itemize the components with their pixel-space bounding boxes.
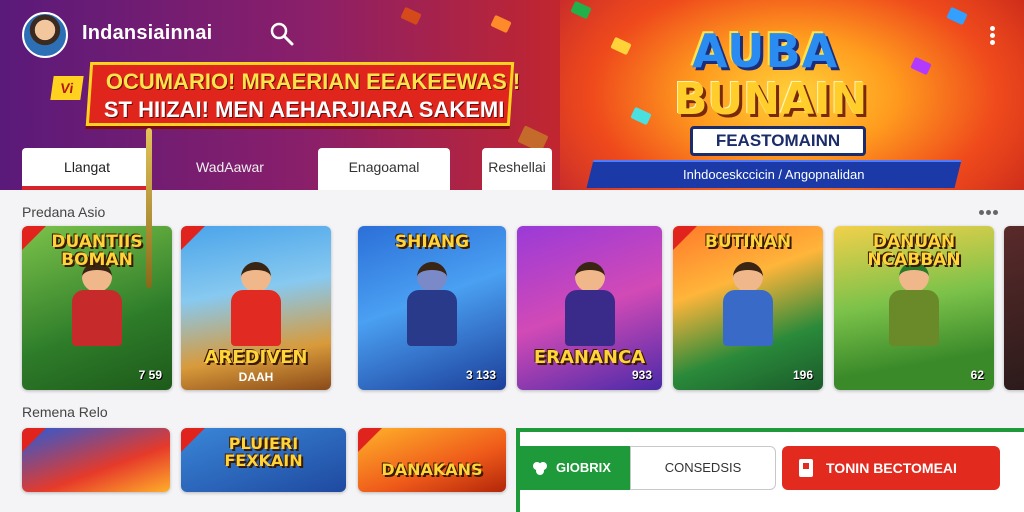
search-icon[interactable] [268, 20, 296, 48]
game-card[interactable]: ERANANCA 933 [517, 226, 662, 390]
section-title: Predana Asio [22, 204, 106, 220]
tab-1[interactable]: Llangat [22, 148, 152, 190]
logo-top-text: AUBA [692, 24, 839, 78]
green-action-button[interactable]: GIOBRIX [520, 446, 630, 490]
clover-icon [533, 462, 547, 475]
more-options-icon[interactable] [982, 24, 1002, 52]
promo-line-2: ST HIIZAI! MEN AEHARJIARA SAKEMI [103, 97, 505, 122]
card-title: DANAKANS [381, 460, 483, 479]
more-icon[interactable] [978, 202, 1006, 218]
red-action-label: TONIN BECTOMEAI [826, 460, 957, 476]
section-title: Remena Relo [22, 404, 108, 420]
ticket-icon [799, 459, 813, 477]
drag-handle[interactable] [146, 128, 152, 288]
card-count: 196 [792, 368, 813, 382]
confetti [490, 14, 512, 34]
character-figure [555, 262, 625, 354]
avatar[interactable] [22, 12, 68, 58]
game-card-partial[interactable] [1004, 226, 1024, 390]
game-card[interactable] [22, 428, 170, 492]
tab-3[interactable]: Enagoamal [318, 148, 450, 190]
game-card[interactable]: AREDIVEN DAAH [181, 226, 331, 390]
game-card[interactable]: DANUAN NCABBAN 62 [834, 226, 994, 390]
card-count: 933 [631, 368, 652, 382]
promo-banner[interactable]: OCUMARIO! MRAERIAN EEAKEEWAS ! ST HIIZAI… [85, 62, 520, 126]
confetti [400, 6, 422, 26]
green-action-label: GIOBRIX [556, 460, 611, 475]
logo-sub-text: FEASTOMAINN [690, 126, 866, 156]
card-title: AREDIVEN [204, 347, 308, 369]
red-action-button[interactable]: TONIN BECTOMEAI [782, 446, 1000, 490]
cta-panel: GIOBRIX CONSEDSIS TONIN BECTOMEAI [516, 428, 1024, 512]
card-art [22, 428, 170, 492]
character-figure [713, 262, 783, 354]
tab-4[interactable]: Reshellai [482, 148, 552, 190]
character-figure [879, 262, 949, 354]
card-title: PLUIERI FEXKAIN [224, 434, 303, 470]
card-count: 3 133 [465, 368, 496, 382]
promo-line-1: OCUMARIO! MRAERIAN EEAKEEWAS ! [105, 69, 521, 94]
card-title: SHIANG [394, 232, 470, 252]
app-title: Indansiainnai [82, 22, 213, 44]
card-count: 7 59 [138, 368, 162, 382]
promo-tag: Vi [50, 76, 84, 100]
card-subtitle: DAAH [238, 370, 274, 384]
card-title: BUTINAN [704, 232, 792, 252]
hero-strip-text: Inhdoceskccicin / Angopnalidan [683, 167, 865, 182]
game-card[interactable]: BUTINAN 196 [673, 226, 823, 390]
character-figure [397, 262, 467, 354]
game-card[interactable]: SHIANG 3 133 [358, 226, 506, 390]
card-count: 62 [970, 368, 984, 382]
card-art [1004, 226, 1024, 390]
hero-banner[interactable]: Indansiainnai Vi OCUMARIO! MRAERIAN EEAK… [0, 0, 1024, 190]
tab-2[interactable]: WadAawar [160, 148, 300, 190]
game-card[interactable]: PLUIERI FEXKAIN [181, 428, 346, 492]
outline-action-button[interactable]: CONSEDSIS [630, 446, 776, 490]
game-card[interactable]: DANAKANS [358, 428, 506, 492]
content-area: Predana Asio DUANTIIS BOMAN 7 59 AREDIVE… [0, 190, 1024, 512]
character-figure [62, 262, 132, 354]
game-logo: AUBA BUNAIN FEASTOMAINN [670, 22, 880, 162]
card-title: ERANANCA [533, 347, 646, 369]
character-figure [221, 262, 291, 354]
card-title: DANUAN NCABBAN [867, 232, 961, 270]
hero-strip[interactable]: Inhdoceskccicin / Angopnalidan [586, 160, 962, 188]
logo-mid-text: BUNAIN [674, 74, 868, 125]
